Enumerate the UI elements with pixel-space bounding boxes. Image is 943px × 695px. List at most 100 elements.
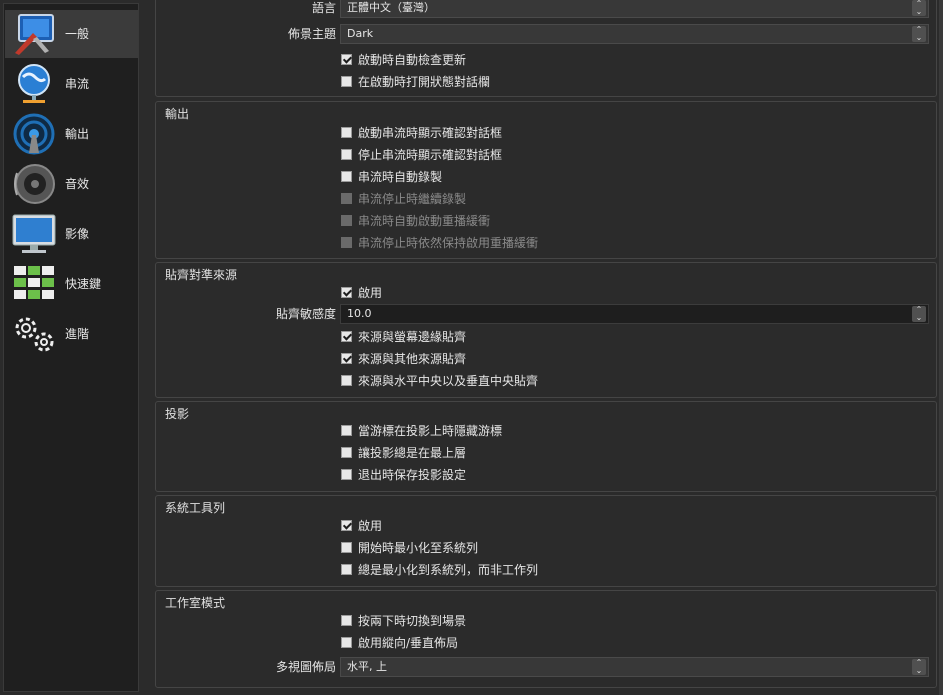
checkbox-label: 開始時最小化至系統列 [358, 540, 479, 555]
checkbox-box[interactable] [341, 126, 352, 138]
confirm-stop-stream-checkbox[interactable]: 停止串流時顯示確認對話框 [341, 145, 502, 163]
snap-other-sources-checkbox[interactable]: 來源與其他來源貼齊 [341, 349, 466, 367]
minimize-on-start-checkbox[interactable]: 開始時最小化至系統列 [341, 538, 478, 556]
theme-select[interactable]: Dark ⌃ ⌄ [340, 24, 929, 44]
sidebar-item-advanced[interactable]: 進階 [5, 310, 138, 358]
video-icon [12, 214, 56, 253]
hide-cursor-checkbox[interactable]: 當游標在投影上時隱藏游標 [341, 421, 502, 439]
sidebar-item-label: 輸出 [65, 127, 90, 141]
snap-screen-edges-checkbox[interactable]: 來源與螢幕邊緣貼齊 [341, 327, 466, 345]
group-title: 投影 [165, 407, 190, 421]
checkbox-label: 退出時保存投影設定 [358, 467, 467, 482]
advanced-icon [15, 317, 54, 352]
checkbox-label: 停止串流時顯示確認對話框 [358, 147, 503, 162]
group-general: 語言 正體中文（臺灣） ⌃ ⌄ 佈景主題 Dark ⌃ ⌄ 啟動時自動檢查更新 在啟… [155, 0, 937, 97]
snap-sensitivity-value: 10.0 [347, 307, 372, 320]
checkbox-label: 在啟動時打開狀態對話欄 [358, 74, 491, 89]
keep-replay-buffer-checkbox: 串流停止時依然保持啟用重播緩衝 [341, 233, 538, 251]
checkbox-label: 按兩下時切換到場景 [358, 613, 467, 628]
checkbox-box[interactable] [341, 286, 352, 298]
sidebar-item-label: 音效 [65, 177, 90, 191]
checkbox-box[interactable] [341, 446, 352, 458]
vertical-layout-checkbox[interactable]: 啟用縱向/垂直佈局 [341, 633, 458, 651]
sidebar-item-video[interactable]: 影像 [5, 210, 138, 258]
checkbox-box [341, 236, 352, 248]
checkbox-label: 串流時自動錄製 [358, 169, 443, 184]
checkbox-box [341, 214, 352, 226]
record-when-streaming-checkbox[interactable]: 串流時自動錄製 [341, 167, 442, 185]
snapping-enable-checkbox[interactable]: 啟用 [341, 283, 382, 301]
always-minimize-tray-checkbox[interactable]: 總是最小化到系統列，而非工作列 [341, 560, 538, 578]
checkbox-box[interactable] [341, 563, 352, 575]
checkbox-box[interactable] [341, 636, 352, 648]
checkbox-box[interactable] [341, 614, 352, 626]
checkbox-box[interactable] [341, 468, 352, 480]
checkbox-box[interactable] [341, 75, 352, 87]
tray-enable-checkbox[interactable]: 啟用 [341, 516, 382, 534]
checkbox-box[interactable] [341, 424, 352, 436]
sidebar-item-label: 快速鍵 [65, 277, 102, 291]
group-title: 系統工具列 [165, 501, 226, 515]
checkbox-box[interactable] [341, 541, 352, 553]
language-select[interactable]: 正體中文（臺灣） ⌃ ⌄ [340, 0, 929, 18]
checkbox-box[interactable] [341, 519, 352, 531]
checkbox-label: 當游標在投影上時隱藏游標 [358, 423, 503, 438]
checkbox-box[interactable] [341, 352, 352, 364]
multiview-layout-value: 水平, 上 [347, 660, 387, 673]
theme-label: 佈景主題 [287, 27, 336, 41]
group-title: 輸出 [165, 107, 190, 121]
vertical-scrollbar[interactable] [939, 0, 943, 695]
snap-center-checkbox[interactable]: 來源與水平中央以及垂直中央貼齊 [341, 371, 538, 389]
save-projectors-checkbox[interactable]: 退出時保存投影設定 [341, 465, 466, 483]
check-updates-checkbox[interactable]: 啟動時自動檢查更新 [341, 50, 466, 68]
sidebar-item-label: 影像 [65, 227, 90, 241]
checkbox-label: 來源與其他來源貼齊 [358, 351, 467, 366]
language-value: 正體中文（臺灣） [347, 1, 435, 14]
group-title: 貼齊對準來源 [165, 268, 238, 282]
sidebar-item-output[interactable]: 輸出 [5, 110, 138, 158]
group-studio-mode: 工作室模式 按兩下時切換到場景 啟用縱向/垂直佈局 多視圖佈局 水平, 上 ⌃ ⌄ [155, 590, 937, 688]
checkbox-box[interactable] [341, 53, 352, 65]
audio-icon [14, 164, 55, 204]
always-on-top-checkbox[interactable]: 讓投影總是在最上層 [341, 443, 466, 461]
checkbox-box[interactable] [341, 148, 352, 160]
open-stats-checkbox[interactable]: 在啟動時打開狀態對話欄 [341, 72, 490, 90]
sidebar-item-stream[interactable]: 串流 [5, 60, 138, 108]
checkbox-label: 串流停止時繼續錄製 [358, 191, 467, 206]
checkbox-box[interactable] [341, 330, 352, 342]
group-output: 輸出 啟動串流時顯示確認對話框 停止串流時顯示確認對話框 串流時自動錄製 串流停… [155, 101, 937, 259]
sidebar-item-label: 一般 [65, 27, 90, 41]
theme-value: Dark [347, 27, 374, 40]
checkbox-box[interactable] [341, 374, 352, 386]
checkbox-label: 總是最小化到系統列，而非工作列 [358, 562, 539, 577]
checkbox-label: 啟用 [358, 518, 383, 533]
multiview-layout-select[interactable]: 水平, 上 ⌃ ⌄ [340, 657, 929, 677]
double-click-switch-checkbox[interactable]: 按兩下時切換到場景 [341, 611, 466, 629]
updown-arrows-icon: ⌃ ⌄ [912, 659, 926, 675]
snap-sensitivity-label: 貼齊敏感度 [275, 307, 336, 321]
group-snapping: 貼齊對準來源 啟用 貼齊敏感度 10.0 ⌃ ⌄ 來源與螢幕邊緣貼齊 來源與其他來… [155, 262, 937, 398]
checkbox-box[interactable] [341, 170, 352, 182]
sidebar-item-audio[interactable]: 音效 [5, 160, 138, 208]
hotkeys-icon [14, 266, 54, 299]
snap-sensitivity-input[interactable]: 10.0 ⌃ ⌄ [340, 304, 929, 324]
checkbox-label: 啟動時自動檢查更新 [358, 52, 467, 67]
updown-arrows-icon: ⌃ ⌄ [912, 26, 926, 42]
checkbox-label: 啟動串流時顯示確認對話框 [358, 125, 503, 140]
group-title: 工作室模式 [165, 596, 226, 610]
language-label: 語言 [311, 1, 336, 15]
sidebar-item-hotkeys[interactable]: 快速鍵 [5, 260, 138, 308]
general-icon [15, 14, 54, 55]
stream-icon [18, 64, 50, 103]
checkbox-label: 來源與螢幕邊緣貼齊 [358, 329, 467, 344]
sidebar-item-label: 進階 [65, 327, 90, 341]
settings-sidebar: 一般 串流 輸出 音效 影像 快速鍵 進階 [3, 3, 139, 692]
checkbox-box [341, 192, 352, 204]
confirm-start-stream-checkbox[interactable]: 啟動串流時顯示確認對話框 [341, 123, 502, 141]
checkbox-label: 串流時自動啟動重播緩衝 [358, 213, 491, 228]
checkbox-label: 來源與水平中央以及垂直中央貼齊 [358, 373, 539, 388]
spin-arrows-icon[interactable]: ⌃ ⌄ [912, 306, 926, 322]
sidebar-item-general[interactable]: 一般 [5, 10, 138, 58]
settings-content: 語言 正體中文（臺灣） ⌃ ⌄ 佈景主題 Dark ⌃ ⌄ 啟動時自動檢查更新 在啟… [146, 0, 943, 695]
multiview-layout-label: 多視圖佈局 [275, 660, 336, 674]
